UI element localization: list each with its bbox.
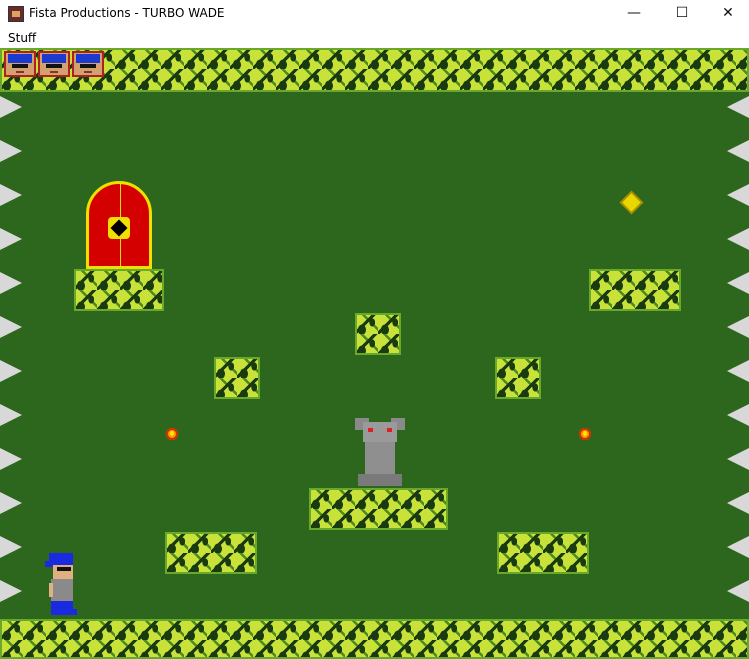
bush-block-center-top bbox=[355, 313, 401, 355]
life-cap bbox=[76, 54, 100, 63]
life-shade bbox=[80, 64, 96, 68]
title-bar: Fista Productions - TURBO WADE — ☐ ✕ bbox=[0, 0, 749, 28]
spike-icon bbox=[727, 272, 749, 294]
life-mouth bbox=[84, 71, 92, 73]
gargoyle-enemy bbox=[355, 418, 405, 486]
spike-icon bbox=[0, 536, 22, 558]
bush-border-top bbox=[0, 48, 749, 92]
gem-pickup bbox=[622, 193, 641, 212]
bush-block-left bbox=[214, 357, 260, 399]
life-shade bbox=[46, 64, 62, 68]
spike-icon bbox=[727, 184, 749, 206]
player-sunglasses bbox=[57, 567, 71, 571]
spike-icon bbox=[727, 536, 749, 558]
bush-platform-center bbox=[309, 488, 448, 530]
exit-door[interactable] bbox=[86, 181, 152, 269]
life-icon bbox=[38, 51, 70, 77]
spike-icon bbox=[0, 448, 22, 470]
player-shirt bbox=[51, 579, 73, 601]
gargoyle-eye bbox=[368, 428, 373, 432]
spike-icon bbox=[727, 140, 749, 162]
life-icon bbox=[4, 51, 36, 77]
menu-item-stuff[interactable]: Stuff bbox=[8, 31, 36, 45]
spike-icon bbox=[0, 580, 22, 602]
bush-platform-top-right bbox=[589, 269, 681, 311]
spike-icon bbox=[727, 404, 749, 426]
close-button[interactable]: ✕ bbox=[705, 0, 749, 28]
spike-icon bbox=[0, 228, 22, 250]
player-cap-brim bbox=[45, 561, 53, 567]
gargoyle-head bbox=[363, 422, 397, 442]
gargoyle-body bbox=[365, 442, 395, 474]
life-mouth bbox=[50, 71, 58, 73]
spike-icon bbox=[0, 140, 22, 162]
flame-hazard bbox=[579, 428, 591, 440]
life-shade bbox=[12, 64, 28, 68]
life-cap bbox=[8, 54, 32, 63]
spike-icon bbox=[0, 492, 22, 514]
spike-icon bbox=[0, 96, 22, 118]
spike-icon bbox=[0, 272, 22, 294]
bush-platform-door bbox=[74, 269, 164, 311]
app-icon bbox=[8, 6, 24, 22]
bush-platform-bottom-right bbox=[497, 532, 589, 574]
menu-bar: Stuff bbox=[0, 28, 749, 48]
player-character bbox=[45, 553, 79, 615]
spike-icon bbox=[727, 448, 749, 470]
gargoyle-base bbox=[358, 474, 402, 486]
spike-icon bbox=[727, 228, 749, 250]
flame-hazard bbox=[166, 428, 178, 440]
player-pants bbox=[51, 601, 73, 609]
spike-icon bbox=[727, 492, 749, 514]
minimize-button[interactable]: — bbox=[611, 0, 657, 28]
player-shoes bbox=[51, 609, 77, 615]
door-knob-icon bbox=[108, 217, 130, 239]
player-arm bbox=[49, 583, 53, 597]
window-title: Fista Productions - TURBO WADE bbox=[29, 6, 225, 20]
game-canvas[interactable] bbox=[0, 48, 749, 659]
gargoyle-eye bbox=[387, 428, 392, 432]
spike-icon bbox=[0, 316, 22, 338]
bush-platform-bottom-left bbox=[165, 532, 257, 574]
spike-icon bbox=[727, 316, 749, 338]
life-mouth bbox=[16, 71, 24, 73]
spike-icon bbox=[0, 404, 22, 426]
spike-icon bbox=[0, 360, 22, 382]
bush-block-right bbox=[495, 357, 541, 399]
life-icon bbox=[72, 51, 104, 77]
spike-icon bbox=[0, 184, 22, 206]
life-cap bbox=[42, 54, 66, 63]
maximize-button[interactable]: ☐ bbox=[659, 0, 705, 28]
bush-border-bottom bbox=[0, 619, 749, 659]
spike-icon bbox=[727, 96, 749, 118]
spike-icon bbox=[727, 580, 749, 602]
spike-icon bbox=[727, 360, 749, 382]
